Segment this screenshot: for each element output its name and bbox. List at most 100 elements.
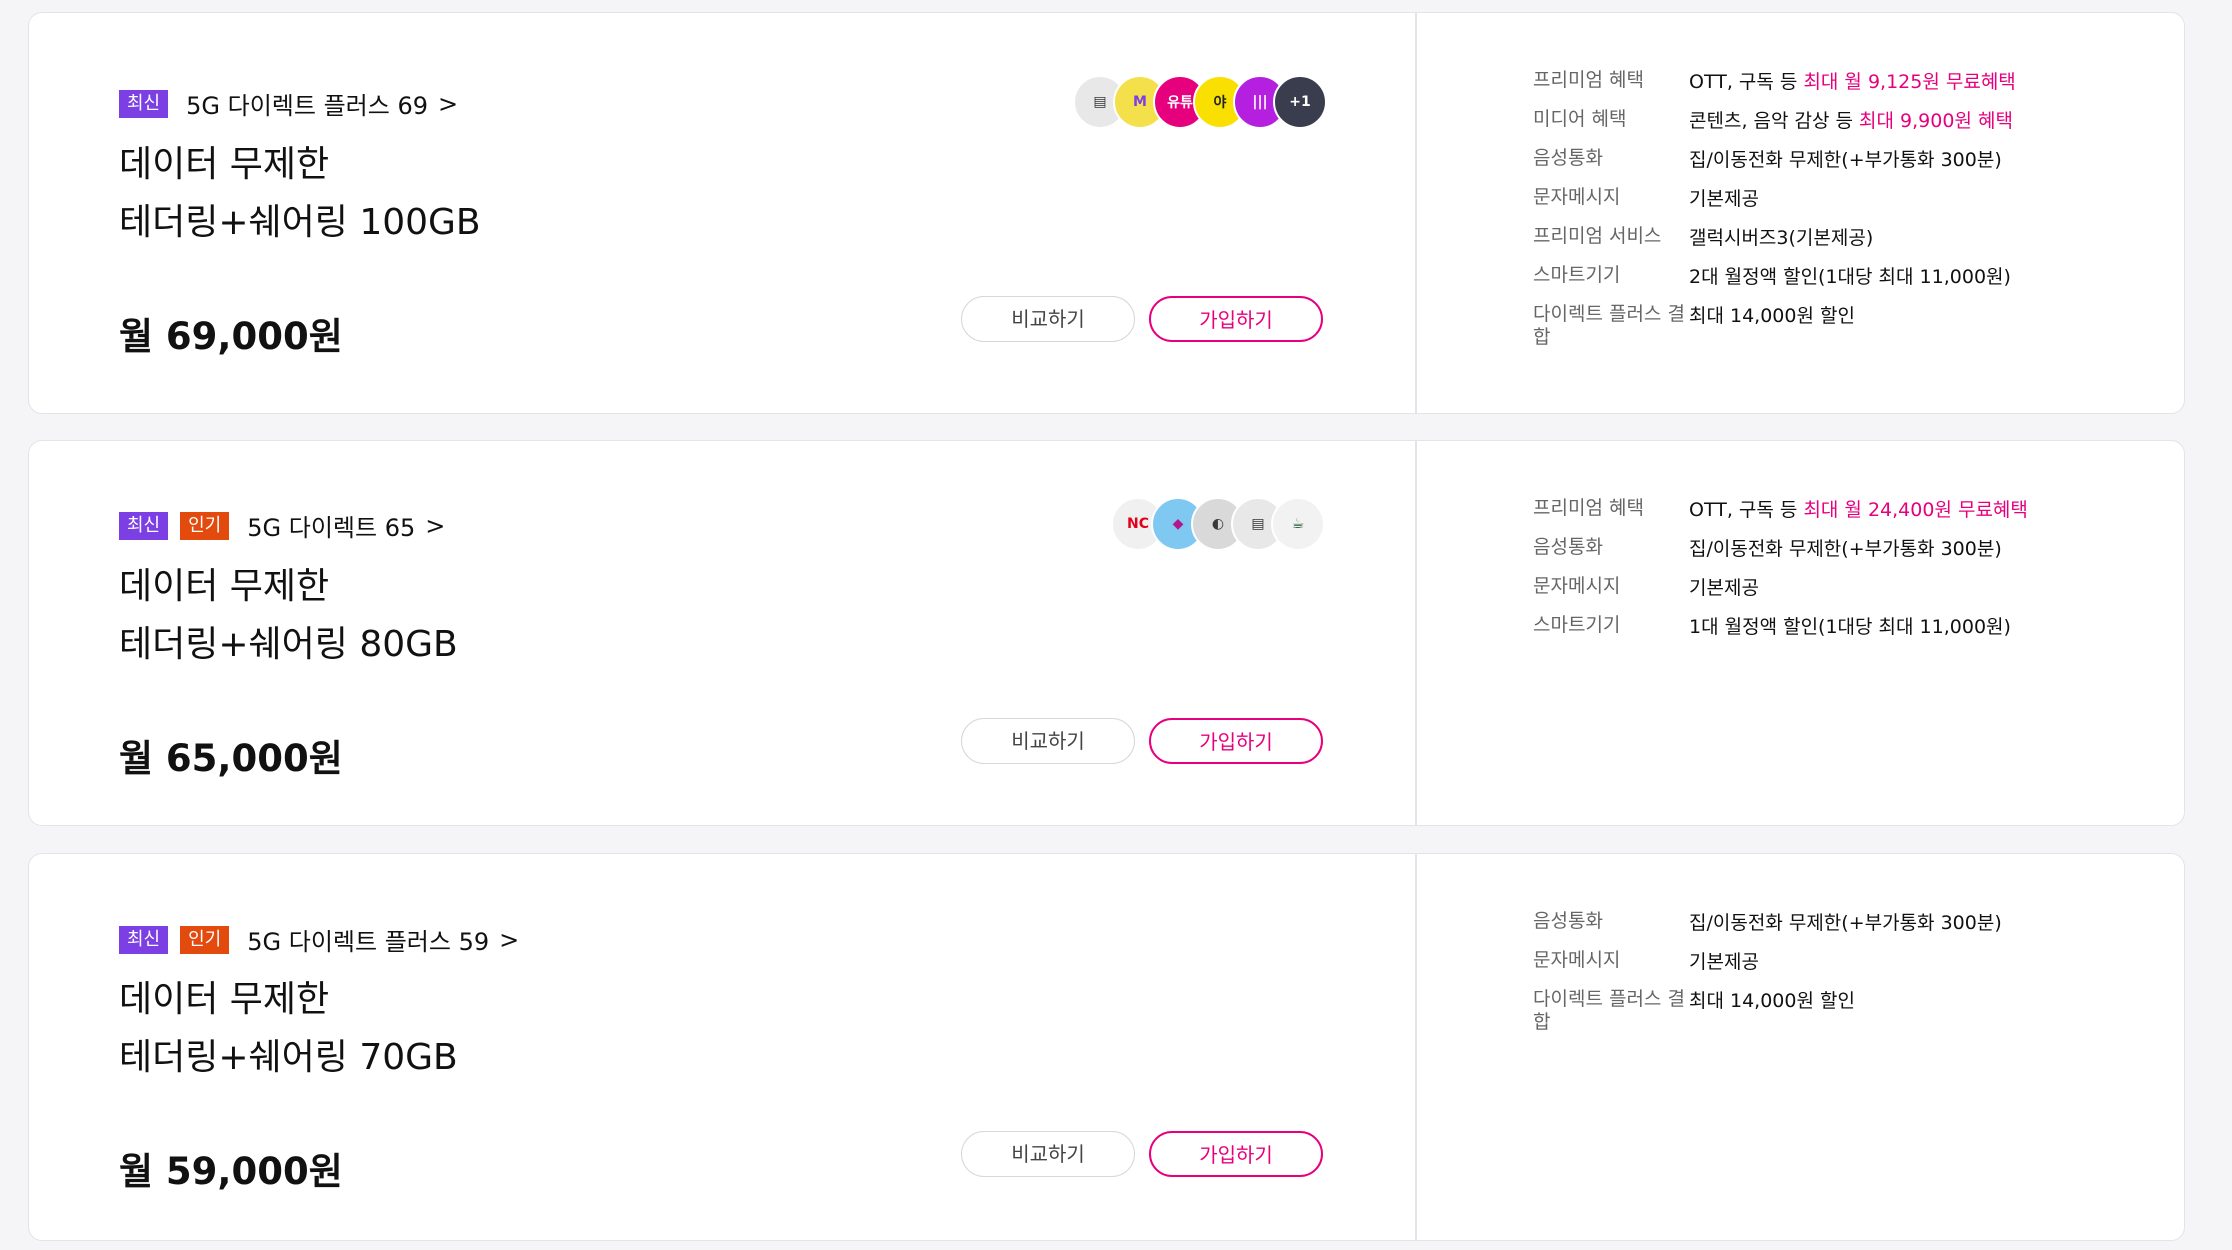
join-button[interactable]: 가입하기 [1149,296,1323,342]
join-button[interactable]: 가입하기 [1149,718,1323,764]
join-button[interactable]: 가입하기 [1149,1131,1323,1177]
plan-title-line1: 데이터 무제한 [119,566,330,607]
benefit-icons: ▤ M 유튜 야 ||| +1 [1073,75,1327,129]
benefit-value-text: 기본제공 [1689,577,1759,599]
benefit-list: 프리미엄 혜택 OTT, 구독 등 최대 월 9,125원 무료혜택미디어 혜택 콘… [1533,69,2133,361]
chevron-right-icon[interactable]: > [499,926,519,954]
benefit-icons: NC ◆ ◐ ▤ ☕ [1111,497,1325,551]
benefit-label: 음성통화 [1533,147,1603,169]
plan-card: 최신 인기 5G 다이렉트 65 > NC ◆ ◐ ▤ ☕ 데이터 무제한 테더… [28,440,2185,826]
benefit-label: 프리미엄 혜택 [1533,69,1644,91]
plan-title-line1: 데이터 무제한 [119,144,330,185]
benefit-label: 음성통화 [1533,910,1603,932]
benefit-value: OTT, 구독 등 최대 월 9,125원 무료혜택 [1689,69,2133,96]
plan-summary: 최신 인기 5G 다이렉트 65 > NC ◆ ◐ ▤ ☕ 데이터 무제한 테더… [29,441,1415,825]
benefit-value: 콘텐츠, 음악 감상 등 최대 9,900원 혜택 [1689,108,2133,135]
benefit-row: 스마트기기 1대 월정액 할인(1대당 최대 11,000원) [1533,614,2133,641]
benefit-value-text: 최대 14,000원 할인 [1689,305,1855,327]
benefit-label: 스마트기기 [1533,264,1621,286]
benefit-value-text: 1대 월정액 할인(1대당 최대 11,000원) [1689,616,2011,638]
plan-card: 최신 5G 다이렉트 플러스 69 > ▤ M 유튜 야 ||| +1 데이터 … [28,12,2185,414]
benefit-row: 다이렉트 플러스 결합 최대 14,000원 할인 [1533,988,2133,1034]
plan-name[interactable]: 5G 다이렉트 플러스 69 [186,86,428,121]
plan-summary: 최신 인기 5G 다이렉트 플러스 59 > 데이터 무제한 테더링+쉐어링 7… [29,854,1415,1240]
benefit-label: 미디어 혜택 [1533,108,1627,130]
benefit-row: 스마트기기 2대 월정액 할인(1대당 최대 11,000원) [1533,264,2133,291]
benefit-value-text: 최대 14,000원 할인 [1689,990,1855,1012]
benefit-label: 문자메시지 [1533,949,1621,971]
benefit-row: 문자메시지 기본제공 [1533,575,2133,602]
benefit-row: 문자메시지 기본제공 [1533,186,2133,213]
badge-popular: 인기 [180,925,230,954]
benefit-highlight: 최대 월 9,125원 무료혜택 [1803,71,2016,93]
benefit-value-text: 집/이동전화 무제한(+부가통화 300분) [1689,912,2002,934]
benefit-row: 문자메시지 기본제공 [1533,949,2133,976]
compare-button[interactable]: 비교하기 [961,718,1135,764]
benefit-value-text: 집/이동전화 무제한(+부가통화 300분) [1689,538,2002,560]
plan-price: 월 65,000원 [119,737,343,780]
benefit-label: 음성통화 [1533,536,1603,558]
plan-title-line2: 테더링+쉐어링 70GB [119,1037,458,1078]
benefit-highlight: 최대 9,900원 혜택 [1859,110,2013,132]
benefit-value: OTT, 구독 등 최대 월 24,400원 무료혜택 [1689,497,2133,524]
benefit-label: 문자메시지 [1533,186,1621,208]
benefit-value-text: 기본제공 [1689,951,1759,973]
benefit-row: 프리미엄 혜택 OTT, 구독 등 최대 월 9,125원 무료혜택 [1533,69,2133,96]
benefit-value: 집/이동전화 무제한(+부가통화 300분) [1689,147,2133,174]
benefit-value-text: 콘텐츠, 음악 감상 등 [1689,110,1860,132]
plan-price: 월 59,000원 [119,1150,343,1193]
plan-name-link[interactable]: 최신 인기 5G 다이렉트 플러스 59 > [119,922,519,957]
chevron-right-icon[interactable]: > [438,90,458,118]
benefit-value-text: 2대 월정액 할인(1대당 최대 11,000원) [1689,266,2011,288]
badge-new: 최신 [119,511,169,540]
benefit-value-text: OTT, 구독 등 [1689,499,1804,521]
plan-title-line1: 데이터 무제한 [119,979,330,1020]
compare-button[interactable]: 비교하기 [961,296,1135,342]
benefit-value: 2대 월정액 할인(1대당 최대 11,000원) [1689,264,2133,291]
plan-name-link[interactable]: 최신 5G 다이렉트 플러스 69 > [119,86,458,121]
benefit-value: 갤럭시버즈3(기본제공) [1689,225,2133,252]
benefit-value-text: 갤럭시버즈3(기본제공) [1689,227,1874,249]
plan-name[interactable]: 5G 다이렉트 65 [247,508,415,543]
more-benefits-icon[interactable]: +1 [1273,75,1327,129]
benefit-row: 프리미엄 혜택 OTT, 구독 등 최대 월 24,400원 무료혜택 [1533,497,2133,524]
benefit-row: 미디어 혜택 콘텐츠, 음악 감상 등 최대 9,900원 혜택 [1533,108,2133,135]
plan-title-line2: 테더링+쉐어링 100GB [119,202,481,243]
badge-popular: 인기 [180,511,230,540]
benefit-row: 음성통화 집/이동전화 무제한(+부가통화 300분) [1533,910,2133,937]
plan-name[interactable]: 5G 다이렉트 플러스 59 [247,922,489,957]
benefit-label: 문자메시지 [1533,575,1621,597]
benefit-row: 프리미엄 서비스 갤럭시버즈3(기본제공) [1533,225,2133,252]
compare-button[interactable]: 비교하기 [961,1131,1135,1177]
benefit-highlight: 최대 월 24,400원 무료혜택 [1803,499,2028,521]
benefit-label: 스마트기기 [1533,614,1621,636]
benefit-value: 기본제공 [1689,186,2133,213]
benefit-value: 기본제공 [1689,949,2133,976]
benefit-value-text: 집/이동전화 무제한(+부가통화 300분) [1689,149,2002,171]
benefit-value-text: OTT, 구독 등 [1689,71,1804,93]
benefit-label: 프리미엄 혜택 [1533,497,1644,519]
plan-title-line2: 테더링+쉐어링 80GB [119,624,458,665]
benefit-row: 음성통화 집/이동전화 무제한(+부가통화 300분) [1533,147,2133,174]
benefit-label: 다이렉트 플러스 결합 [1533,303,1685,348]
plan-price: 월 69,000원 [119,315,343,358]
plan-name-link[interactable]: 최신 인기 5G 다이렉트 65 > [119,508,445,543]
benefit-details: 프리미엄 혜택 OTT, 구독 등 최대 월 9,125원 무료혜택미디어 혜택 콘… [1415,13,2184,413]
benefit-list: 음성통화 집/이동전화 무제한(+부가통화 300분) 문자메시지 기본제공 다이렉트 … [1533,910,2133,1046]
benefit-label: 프리미엄 서비스 [1533,225,1662,247]
benefit-list: 프리미엄 혜택 OTT, 구독 등 최대 월 24,400원 무료혜택음성통화 집/… [1533,497,2133,653]
plan-card: 최신 인기 5G 다이렉트 플러스 59 > 데이터 무제한 테더링+쉐어링 7… [28,853,2185,1241]
benefit-row: 다이렉트 플러스 결합 최대 14,000원 할인 [1533,303,2133,349]
chevron-right-icon[interactable]: > [425,512,445,540]
coffee-cup-icon: ☕ [1271,497,1325,551]
benefit-value: 집/이동전화 무제한(+부가통화 300분) [1689,910,2133,937]
benefit-label: 다이렉트 플러스 결합 [1533,988,1685,1033]
benefit-value: 최대 14,000원 할인 [1689,303,2133,349]
benefit-details: 음성통화 집/이동전화 무제한(+부가통화 300분) 문자메시지 기본제공 다이렉트 … [1415,854,2184,1240]
benefit-value: 1대 월정액 할인(1대당 최대 11,000원) [1689,614,2133,641]
benefit-value: 최대 14,000원 할인 [1689,988,2133,1034]
plan-summary: 최신 5G 다이렉트 플러스 69 > ▤ M 유튜 야 ||| +1 데이터 … [29,13,1415,413]
benefit-value: 집/이동전화 무제한(+부가통화 300분) [1689,536,2133,563]
benefit-value: 기본제공 [1689,575,2133,602]
benefit-details: 프리미엄 혜택 OTT, 구독 등 최대 월 24,400원 무료혜택음성통화 집/… [1415,441,2184,825]
